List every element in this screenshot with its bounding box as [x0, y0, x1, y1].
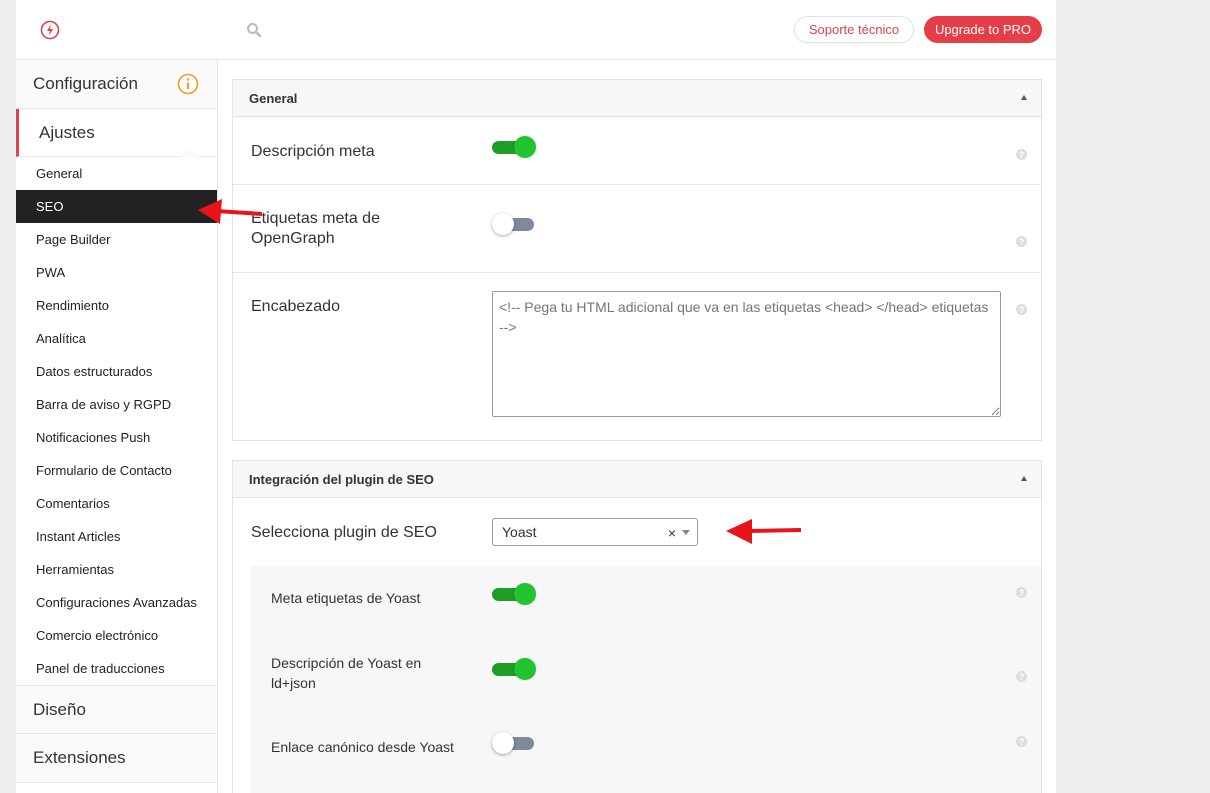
- help-icon[interactable]: ?: [1016, 236, 1027, 247]
- info-icon[interactable]: [177, 73, 199, 95]
- sidebar-item-configuraciones-avanzadas[interactable]: Configuraciones Avanzadas: [16, 586, 217, 619]
- sidebar-section-label: Configuración: [33, 74, 138, 93]
- sidebar-item-general[interactable]: General: [16, 157, 217, 190]
- seo-card-header[interactable]: Integración del plugin de SEO: [233, 461, 1041, 498]
- seo-card-body: Selecciona plugin de SEO Yoast × Meta et…: [233, 498, 1041, 793]
- selected-value: Yoast: [502, 524, 537, 540]
- sidebar-item-rendimiento[interactable]: Rendimiento: [16, 289, 217, 322]
- annotation-arrow-left: [198, 199, 263, 224]
- sidebar-item-formulario-de-contacto[interactable]: Formulario de Contacto: [16, 454, 217, 487]
- sidebar-section-label: Extensiones: [33, 748, 126, 767]
- seo-plugin-select[interactable]: Yoast ×: [492, 518, 698, 546]
- collapse-caret-icon[interactable]: [1021, 95, 1027, 100]
- meta-description-label: Descripción meta: [251, 143, 375, 160]
- header-html-textarea[interactable]: [492, 291, 1001, 417]
- select-plugin-label: Selecciona plugin de SEO: [251, 524, 437, 541]
- sidebar-section-label: Diseño: [33, 699, 86, 719]
- card-title: General: [249, 90, 298, 106]
- sidebar-item-barra-de-aviso-y-rgpd[interactable]: Barra de aviso y RGPD: [16, 388, 217, 421]
- card-title: Integración del plugin de SEO: [249, 471, 434, 487]
- bolt-circle-icon[interactable]: [40, 20, 60, 40]
- header-row: Encabezado ?: [233, 273, 1041, 440]
- sidebar-items: General SEO Page Builder PWA Rendimiento Anal…: [16, 157, 217, 685]
- search-icon[interactable]: [246, 22, 262, 38]
- help-icon[interactable]: ?: [1016, 736, 1027, 747]
- sidebar-item-notificaciones-push[interactable]: Notificaciones Push: [16, 421, 217, 454]
- seo-integration-card: Integración del plugin de SEO Selecciona…: [232, 460, 1042, 793]
- sidebar-item-comercio-electrónico[interactable]: Comercio electrónico: [16, 619, 217, 652]
- sidebar-item-page-builder[interactable]: Page Builder: [16, 223, 217, 256]
- yoast-canonical-toggle[interactable]: [492, 731, 536, 755]
- opengraph-toggle[interactable]: [492, 212, 536, 236]
- collapse-caret-icon[interactable]: [1021, 476, 1027, 481]
- sidebar-item-seo[interactable]: SEO: [16, 190, 217, 223]
- yoast-options-panel: Meta etiquetas de Yoast ? Descripción de…: [251, 566, 1041, 793]
- support-button[interactable]: Soporte técnico: [794, 16, 914, 43]
- sidebar-item-comentarios[interactable]: Comentarios: [16, 487, 217, 520]
- sidebar-item-instant-articles[interactable]: Instant Articles: [16, 520, 217, 553]
- sidebar-section-settings[interactable]: Ajustes: [16, 109, 217, 157]
- yoast-canonical-label: Enlace canónico desde Yoast: [271, 739, 454, 755]
- sidebar-section-configuration[interactable]: Configuración: [16, 60, 217, 109]
- yoast-description-toggle[interactable]: [492, 657, 536, 681]
- active-notch: [179, 149, 199, 157]
- sidebar-item-analítica[interactable]: Analítica: [16, 322, 217, 355]
- yoast-description-label: Descripción de Yoast en ld+json: [271, 655, 422, 691]
- clear-selection-icon[interactable]: ×: [668, 525, 676, 541]
- general-card: General Descripción meta ? Etiquetas met…: [232, 79, 1042, 441]
- sidebar-section-extensions[interactable]: Extensiones: [16, 734, 217, 783]
- help-icon[interactable]: ?: [1016, 671, 1027, 682]
- meta-description-toggle[interactable]: [492, 135, 536, 159]
- sidebar-item-herramientas[interactable]: Herramientas: [16, 553, 217, 586]
- general-card-header[interactable]: General: [233, 80, 1041, 117]
- top-bar: Soporte técnico Upgrade to PRO: [16, 0, 1056, 60]
- opengraph-label: Etiquetas meta de OpenGraph: [251, 210, 380, 247]
- help-icon[interactable]: ?: [1016, 587, 1027, 598]
- yoast-meta-label: Meta etiquetas de Yoast: [271, 590, 421, 606]
- app-window: Soporte técnico Upgrade to PRO Configura…: [16, 0, 1056, 793]
- sidebar-item-pwa[interactable]: PWA: [16, 256, 217, 289]
- sidebar: Configuración Ajustes General SEO Page Bui…: [16, 60, 218, 793]
- opengraph-row: Etiquetas meta de OpenGraph ?: [233, 185, 1041, 273]
- sidebar-item-panel-de-traducciones[interactable]: Panel de traducciones: [16, 652, 217, 685]
- sidebar-section-design[interactable]: Diseño: [16, 685, 217, 734]
- yoast-meta-toggle[interactable]: [492, 582, 536, 606]
- annotation-arrow-right: [726, 519, 802, 544]
- chevron-down-icon[interactable]: [682, 530, 690, 535]
- upgrade-button[interactable]: Upgrade to PRO: [924, 16, 1042, 43]
- help-icon[interactable]: ?: [1016, 149, 1027, 160]
- header-label: Encabezado: [251, 298, 340, 315]
- sidebar-section-label: Ajustes: [39, 122, 95, 142]
- sidebar-item-datos-estructurados[interactable]: Datos estructurados: [16, 355, 217, 388]
- meta-description-row: Descripción meta ?: [233, 117, 1041, 185]
- help-icon[interactable]: ?: [1016, 304, 1027, 315]
